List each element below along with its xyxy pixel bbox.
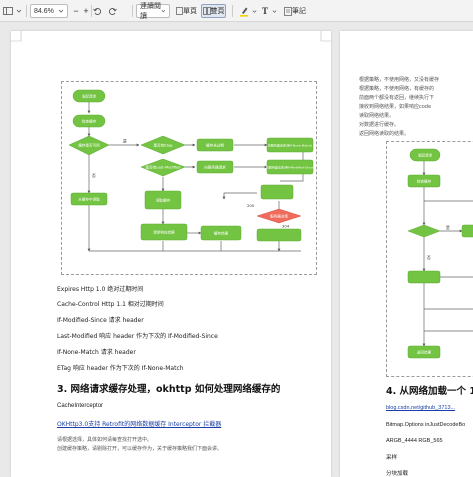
bitmap-options-text: Bitmap.Options inJustDecodeBo xyxy=(386,422,466,428)
text-line-if-none-match: If-None-Match 请求 header xyxy=(57,349,136,356)
node-read-cache: 从缓存中读取 xyxy=(78,196,100,201)
edge-label-no: 否 xyxy=(92,173,96,178)
zoom-value: 84.6% xyxy=(34,7,54,15)
double-page-button[interactable]: 雙頁 xyxy=(201,4,226,18)
double-page-label: 雙頁 xyxy=(210,7,225,15)
text-tool-button[interactable]: T xyxy=(260,4,270,18)
rotate-right-icon[interactable] xyxy=(107,4,118,18)
chevron-down-icon xyxy=(58,9,64,13)
text-line-expires: Expires Http 1.0 绝对过期时间 xyxy=(57,286,144,293)
note-icon xyxy=(284,6,292,16)
right-text-line-7: 返回网络读取的结果。 xyxy=(359,131,410,137)
block-loading-text: 分块加载 xyxy=(386,471,409,477)
node-return-result: 请求响应结果 xyxy=(153,229,175,234)
right-text-line-2: 根据策略，不使用网络，有缓存的 xyxy=(359,86,435,92)
chevron-down-icon xyxy=(161,10,166,13)
notes-label: 筆記 xyxy=(292,7,306,15)
right-page: 根据策略，不使用网络，又没有缓存 根据策略，不使用网络，有缓存的 前面两个都没有… xyxy=(340,31,473,477)
sidebar-toggle-icon[interactable] xyxy=(2,4,14,18)
edge-label-304: 304 xyxy=(282,224,290,229)
argb-text: ARGB_4444 RGB_565 xyxy=(386,438,443,444)
node-read-cache-final: 读取缓存 xyxy=(156,197,171,202)
right-text-line-1: 根据策略，不使用网络，又没有缓存 xyxy=(359,77,440,83)
edge-label-yes: 是 xyxy=(123,139,127,144)
right-text-line-4: 接收到网络结果，如果响应code xyxy=(359,104,432,110)
sampling-text: 采样 xyxy=(386,455,398,461)
single-page-button[interactable]: 單頁 xyxy=(174,4,199,18)
right-text-line-5: 读取网络结果。 xyxy=(359,113,395,119)
right-text-line-6: 对数据进行缓存。 xyxy=(359,122,400,128)
crop-marks xyxy=(11,31,331,42)
sidebar-dropdown-icon[interactable] xyxy=(15,4,22,18)
text-line-if-modified-since: If-Modified-Since 请求 header xyxy=(57,317,144,324)
blog-link[interactable]: blog.csdn.net/github_3713... xyxy=(386,405,455,411)
note-line-1: 请根据选择，具体如何请每查找打开选中。 xyxy=(57,437,153,443)
zoom-in-button[interactable]: + xyxy=(81,4,91,18)
node-etag-question: 是否有Etag xyxy=(154,142,173,147)
node-request-server: 向服务器请求 xyxy=(204,164,226,169)
highlighter-dropdown-icon[interactable] xyxy=(251,4,257,18)
cache-interceptor-label: CacheInterceptor xyxy=(57,403,104,409)
node-send-if-none-match: 向服务器请求(带If-None-Match) xyxy=(268,142,312,147)
node-cache-available: 缓存是否可用 xyxy=(78,142,100,147)
left-page: 发起请求 检查缓存 缓存是否可用 是否有Etag 是否有Last-Modifie… xyxy=(11,31,331,477)
node-server-decide: 服务器决策 xyxy=(270,213,288,218)
right-node-start: 发起请求 xyxy=(418,152,433,157)
double-page-icon xyxy=(202,7,211,15)
right-edge-label-yes: 是 xyxy=(446,225,450,230)
right-node-check-cache: 检查缓存 xyxy=(417,178,432,183)
node-not-expired: 缓存未过期 xyxy=(206,142,224,147)
edge-label-200: 200 xyxy=(247,203,255,208)
right-text-line-3: 前面两个都没有返回，继续执行下 xyxy=(359,95,435,101)
node-check-cache: 检查缓存 xyxy=(82,118,97,123)
text-line-last-modified: Last-Modified 响应 header 作为下次的 If-Modifie… xyxy=(57,333,218,340)
view-mode-value: 連續閱讀 xyxy=(140,2,161,20)
text-line-cache-control: Cache-Control Http 1.1 相对过期时间 xyxy=(57,301,164,308)
node-lm-question: 是否有Last-Modified xyxy=(146,164,181,169)
node-cache-result: 缓存结果 xyxy=(214,230,229,235)
node-start: 发起请求 xyxy=(82,93,97,98)
text-line-etag: ETag 响应 header 作为下次的 If-None-Match xyxy=(57,365,184,372)
view-mode-select[interactable]: 連續閱讀 xyxy=(136,2,170,20)
toolbar: 84.6% − + 連續閱讀 單頁 雙頁 T 筆記 xyxy=(0,0,473,22)
retrofit-cache-link[interactable]: OKHttp3.0支持 Retrofit的网络数据缓存 Interceptor … xyxy=(57,419,221,428)
section-heading-4: 4. 从网络加载一个 10 xyxy=(386,386,473,397)
note-line-2: 创建缓存策略，请剔除打开，可以缓存作为，关于缓存策略我们下面会讲。 xyxy=(57,446,223,452)
zoom-out-button[interactable]: − xyxy=(71,4,81,18)
zoom-select[interactable]: 84.6% xyxy=(30,4,68,18)
right-edge-label-no: 否 xyxy=(427,255,431,260)
right-flowchart: 发起请求 检查缓存 返回结果 是 否 xyxy=(407,148,473,359)
cache-flowchart: 发起请求 检查缓存 缓存是否可用 是否有Etag 是否有Last-Modifie… xyxy=(68,89,314,252)
node-send-if-modified-since: 向服务器请求(带If-Modified-Since) xyxy=(266,164,314,169)
highlighter-icon[interactable] xyxy=(238,4,250,18)
page-icon xyxy=(176,7,183,15)
right-node-return: 返回结果 xyxy=(417,349,432,354)
text-tool-dropdown-icon[interactable] xyxy=(271,4,277,18)
notes-button[interactable]: 筆記 xyxy=(282,4,308,18)
rotate-left-icon[interactable] xyxy=(92,4,103,18)
section-heading-3: 3. 网络请求缓存处理，okhttp 如何处理网络缓存的 xyxy=(57,384,281,395)
single-page-label: 單頁 xyxy=(183,7,197,15)
